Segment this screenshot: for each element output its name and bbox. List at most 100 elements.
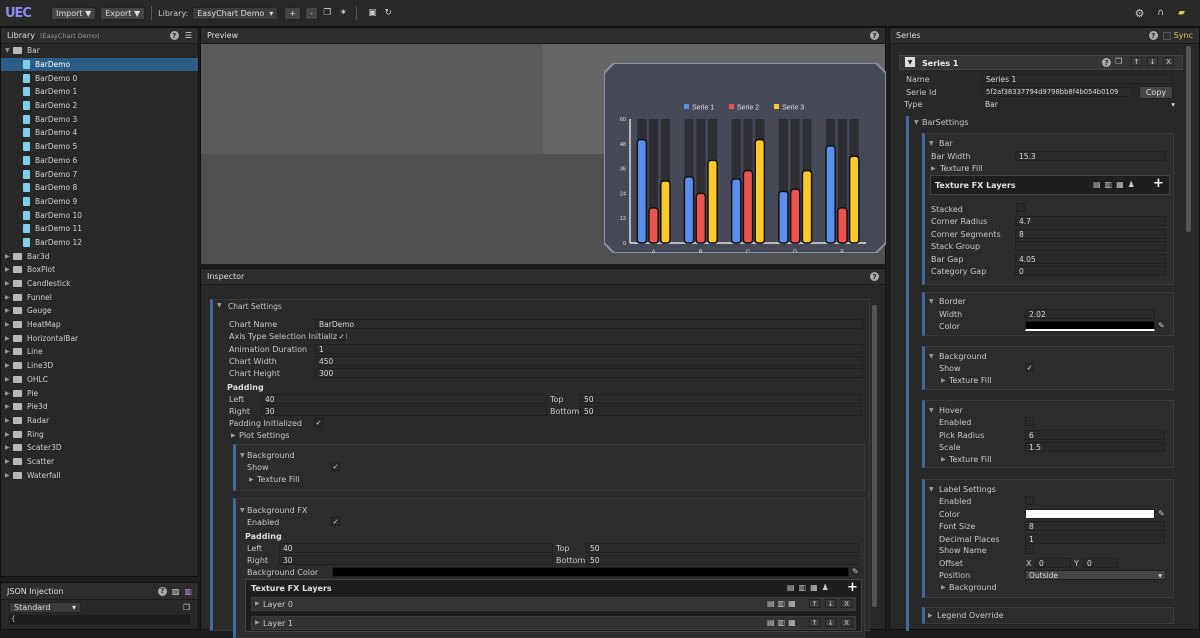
- stack-group-field[interactable]: [1015, 241, 1166, 251]
- hover-enabled-checkbox[interactable]: [1025, 417, 1034, 426]
- padding-right-field[interactable]: 30: [261, 406, 547, 416]
- layer-1-row[interactable]: [251, 616, 856, 630]
- help-icon[interactable]: ?: [1102, 58, 1111, 67]
- inspector-scrollbar[interactable]: [872, 305, 877, 607]
- move-up-icon[interactable]: ↑: [1131, 57, 1142, 66]
- move-up-icon[interactable]: ↑: [809, 599, 820, 608]
- chevron-right-icon[interactable]: ▶: [5, 444, 13, 451]
- background-show-checkbox[interactable]: ✓: [1025, 363, 1034, 372]
- chart-name-field[interactable]: BarDemo: [315, 319, 863, 329]
- fx-padding-bottom-field[interactable]: 50: [586, 555, 859, 565]
- offset-x-field[interactable]: 0: [1035, 558, 1071, 568]
- headset-icon[interactable]: ∩: [1154, 7, 1167, 20]
- chevron-right-icon[interactable]: ▶: [255, 619, 260, 626]
- show-name-checkbox[interactable]: [1025, 545, 1034, 554]
- library-folder[interactable]: ▶ BoxPlot: [1, 263, 198, 277]
- library-item[interactable]: BarDemo 8: [1, 181, 198, 195]
- chevron-right-icon[interactable]: ▶: [941, 584, 946, 591]
- serie-id-field[interactable]: 5f2af38337794d9798bb8f4b054b0109: [982, 87, 1132, 97]
- sync-toggle[interactable]: [1162, 31, 1171, 40]
- library-folder[interactable]: ▶ Pie3d: [1, 400, 198, 414]
- fx-padding-left-field[interactable]: 40: [279, 543, 553, 553]
- duplicate-icon[interactable]: ❐: [321, 7, 334, 20]
- remove-chart-button[interactable]: -: [304, 6, 318, 20]
- name-field[interactable]: Series 1: [982, 74, 1173, 84]
- chevron-right-icon[interactable]: ▶: [5, 362, 13, 369]
- library-folder[interactable]: ▶ Ring: [1, 427, 198, 441]
- library-folder[interactable]: ▶ Line: [1, 345, 198, 359]
- padding-top-field[interactable]: 50: [580, 394, 862, 404]
- chevron-right-icon[interactable]: ▶: [5, 280, 13, 287]
- list-icon[interactable]: ☰: [185, 31, 192, 40]
- import-button[interactable]: Import ▼: [51, 6, 97, 20]
- eyedropper-icon[interactable]: ✎: [1158, 321, 1165, 330]
- chevron-right-icon[interactable]: ▶: [5, 294, 13, 301]
- offset-y-field[interactable]: 0: [1083, 558, 1118, 568]
- chevron-right-icon[interactable]: ▶: [255, 600, 260, 607]
- library-folder[interactable]: ▶ Scatter: [1, 455, 198, 469]
- fx-padding-right-field[interactable]: 30: [279, 555, 553, 565]
- export-button[interactable]: Export ▼: [100, 6, 146, 20]
- library-folder[interactable]: ▶ Funnel: [1, 290, 198, 304]
- bar-chart-icon[interactable]: ▥: [184, 587, 192, 596]
- pick-radius-field[interactable]: 6: [1025, 430, 1165, 440]
- help-icon[interactable]: ?: [1148, 31, 1158, 40]
- library-folder[interactable]: ▶ Scater3D: [1, 441, 198, 455]
- animation-duration-field[interactable]: 1: [315, 344, 863, 354]
- library-item[interactable]: BarDemo 5: [1, 140, 198, 154]
- chevron-right-icon[interactable]: ▶: [941, 377, 946, 384]
- padding-initialized-checkbox[interactable]: ✓: [314, 418, 323, 427]
- move-up-icon[interactable]: ↑: [809, 618, 820, 627]
- border-color-swatch[interactable]: [1025, 321, 1155, 331]
- library-folder[interactable]: ▶ HeatMap: [1, 318, 198, 332]
- series-scrollbar[interactable]: [1186, 46, 1191, 232]
- help-icon[interactable]: ?: [157, 586, 167, 596]
- chevron-right-icon[interactable]: ▶: [5, 431, 13, 438]
- copy-json-icon[interactable]: ❐: [183, 603, 190, 612]
- chevron-right-icon[interactable]: ▶: [5, 417, 13, 424]
- library-item[interactable]: BarDemo 2: [1, 99, 198, 113]
- library-item[interactable]: BarDemo 0: [1, 71, 198, 85]
- chevron-right-icon[interactable]: ▶: [5, 321, 13, 328]
- collapse-toggle[interactable]: ▼: [905, 57, 915, 67]
- chevron-right-icon[interactable]: ▶: [5, 307, 13, 314]
- background-show-checkbox[interactable]: ✓: [331, 462, 340, 471]
- duplicate-icon[interactable]: ❐: [1115, 57, 1122, 66]
- chevron-right-icon[interactable]: ▶: [5, 458, 13, 465]
- library-item[interactable]: BarDemo 3: [1, 112, 198, 126]
- library-folder[interactable]: ▼ Bar: [1, 44, 198, 58]
- library-folder[interactable]: ▶ Candlestick: [1, 277, 198, 291]
- chevron-down-icon[interactable]: ▼: [240, 452, 245, 459]
- chevron-right-icon[interactable]: ▶: [5, 266, 13, 273]
- label-color-swatch[interactable]: [1025, 509, 1155, 519]
- close-icon[interactable]: X: [1163, 57, 1174, 66]
- corner-segments-field[interactable]: 8: [1015, 229, 1166, 239]
- chevron-down-icon[interactable]: ▼: [929, 407, 934, 414]
- bar-gap-field[interactable]: 4.05: [1015, 254, 1166, 264]
- layer-actions[interactable]: ▤▥▦: [767, 618, 799, 627]
- border-width-field[interactable]: 2.02: [1025, 309, 1155, 319]
- chevron-right-icon[interactable]: ▶: [931, 165, 936, 172]
- chevron-down-icon[interactable]: ▼: [929, 140, 934, 147]
- layer-actions[interactable]: ▤▥▦: [767, 599, 799, 608]
- chevron-right-icon[interactable]: ▶: [5, 348, 13, 355]
- background-fx-enabled-checkbox[interactable]: ✓: [331, 517, 340, 526]
- axis-type-checkbox[interactable]: ✓: [337, 332, 346, 341]
- eyedropper-icon[interactable]: ✎: [852, 567, 859, 576]
- magic-wand-icon[interactable]: ✶: [337, 7, 350, 20]
- chevron-right-icon[interactable]: ▶: [928, 612, 933, 619]
- move-down-icon[interactable]: ↓: [1147, 57, 1158, 66]
- chevron-right-icon[interactable]: ▶: [5, 335, 13, 342]
- decimal-places-field[interactable]: 1: [1025, 534, 1165, 544]
- library-item[interactable]: BarDemo 6: [1, 154, 198, 168]
- label-enabled-checkbox[interactable]: [1025, 496, 1034, 505]
- chevron-right-icon[interactable]: ▶: [5, 253, 13, 260]
- library-item[interactable]: BarDemo 4: [1, 126, 198, 140]
- chevron-down-icon[interactable]: ▼: [914, 119, 919, 126]
- add-chart-button[interactable]: +: [284, 6, 301, 20]
- save-icon[interactable]: ▣: [366, 7, 379, 20]
- library-item[interactable]: BarDemo 7: [1, 167, 198, 181]
- padding-left-field[interactable]: 40: [261, 394, 547, 404]
- copy-id-button[interactable]: Copy: [1139, 86, 1173, 99]
- library-folder[interactable]: ▶ Gauge: [1, 304, 198, 318]
